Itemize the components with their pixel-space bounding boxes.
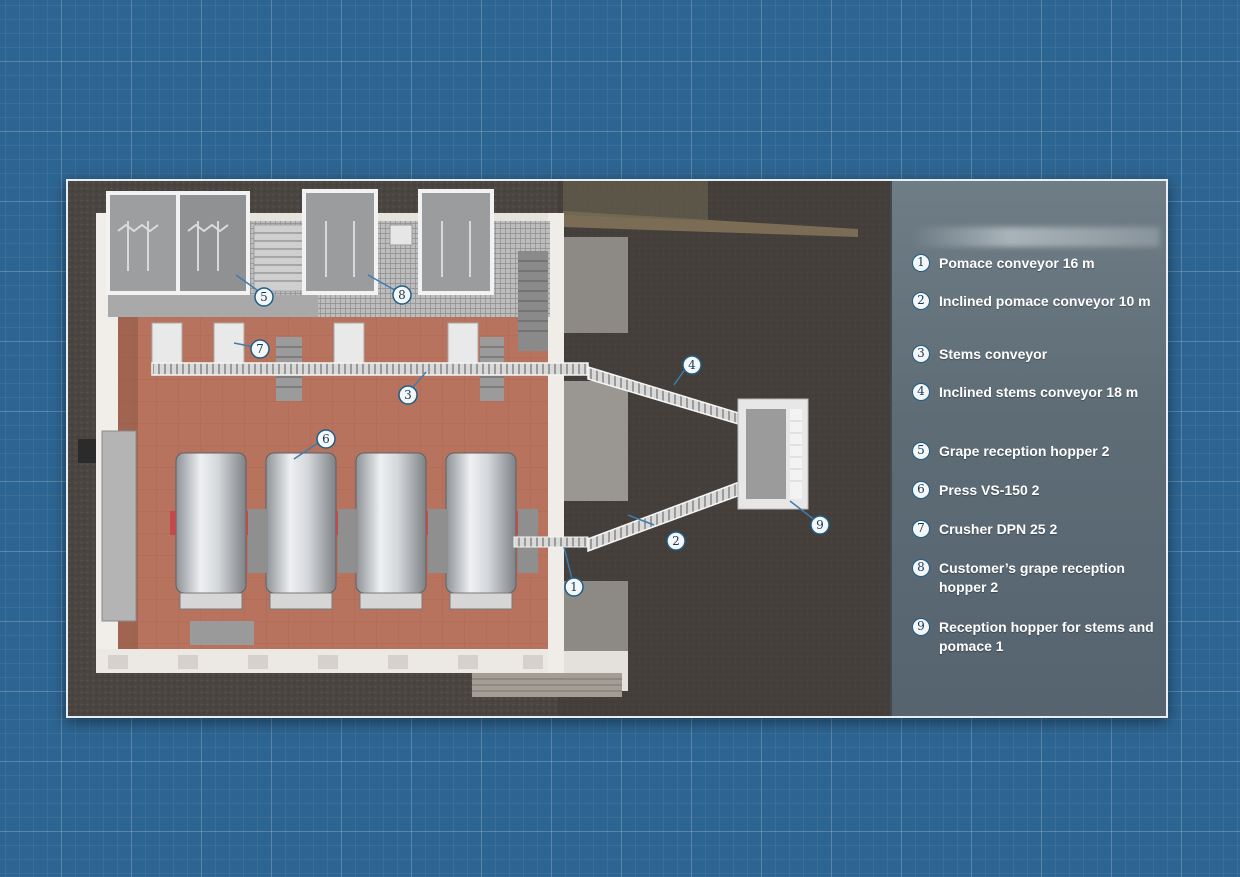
legend-item-1: 1 Pomace conveyor 16 m [912,254,1161,273]
callout-badge-4: 4 [682,355,702,375]
legend-item-8: 8 Customer’s grape reception hopper 2 [912,559,1161,597]
legend-number-badge: 4 [912,383,930,401]
legend-label: Press VS-150 2 [939,482,1040,498]
callout-badge-8: 8 [392,285,412,305]
legend-number-badge: 6 [912,481,930,499]
legend-item-9: 9 Reception hopper for stems and pomace … [912,618,1161,656]
legend-item-4: 4 Inclined stems conveyor 18 m [912,383,1161,402]
legend-label: Crusher DPN 25 2 [939,521,1058,537]
legend-number-badge: 3 [912,345,930,363]
legend-item-6: 6 Press VS-150 2 [912,481,1161,500]
callout-badge-1: 1 [564,577,584,597]
legend-label: Inclined stems conveyor 18 m [939,384,1139,400]
legend-number-badge: 9 [912,618,930,636]
legend-label: Customer’s grape reception hopper 2 [939,560,1125,595]
svg-text:7: 7 [256,342,264,356]
callout-badge-9: 9 [810,515,830,535]
legend-label: Pomace conveyor 16 m [939,255,1095,271]
svg-text:2: 2 [672,534,680,548]
legend-number-badge: 2 [912,292,930,310]
legend-label: Reception hopper for stems and pomace 1 [939,619,1154,654]
svg-text:5: 5 [260,290,268,304]
legend-item-3: 3 Stems conveyor [912,345,1161,364]
legend-number-badge: 5 [912,442,930,460]
legend-label: Stems conveyor [939,346,1048,362]
legend-item-2: 2 Inclined pomace conveyor 10 m [912,292,1161,311]
legend-number-badge: 7 [912,520,930,538]
legend-item-7: 7 Crusher DPN 25 2 [912,520,1161,539]
legend-number-badge: 8 [912,559,930,577]
diagram-frame: 5 8 7 3 6 4 2 1 9 1 Pomace conveyor 16 m… [66,179,1168,718]
callout-badge-3: 3 [398,385,418,405]
svg-text:4: 4 [688,358,696,372]
legend-number-badge: 1 [912,254,930,272]
callout-badge-2: 2 [666,531,686,551]
legend-item-5: 5 Grape reception hopper 2 [912,442,1161,461]
winery-plan-view: 5 8 7 3 6 4 2 1 9 [68,181,890,716]
svg-text:8: 8 [398,288,406,302]
callout-badge-6: 6 [316,429,336,449]
legend-label: Inclined pomace conveyor 10 m [939,293,1151,309]
svg-text:3: 3 [404,388,412,402]
svg-text:6: 6 [322,432,330,446]
legend-panel: 1 Pomace conveyor 16 m 2 Inclined pomace… [890,181,1166,716]
callout-badge-7: 7 [250,339,270,359]
legend-highlight [910,227,1160,247]
svg-text:9: 9 [816,518,824,532]
legend-label: Grape reception hopper 2 [939,443,1110,459]
svg-text:1: 1 [570,580,578,594]
callout-badge-5: 5 [254,287,274,307]
